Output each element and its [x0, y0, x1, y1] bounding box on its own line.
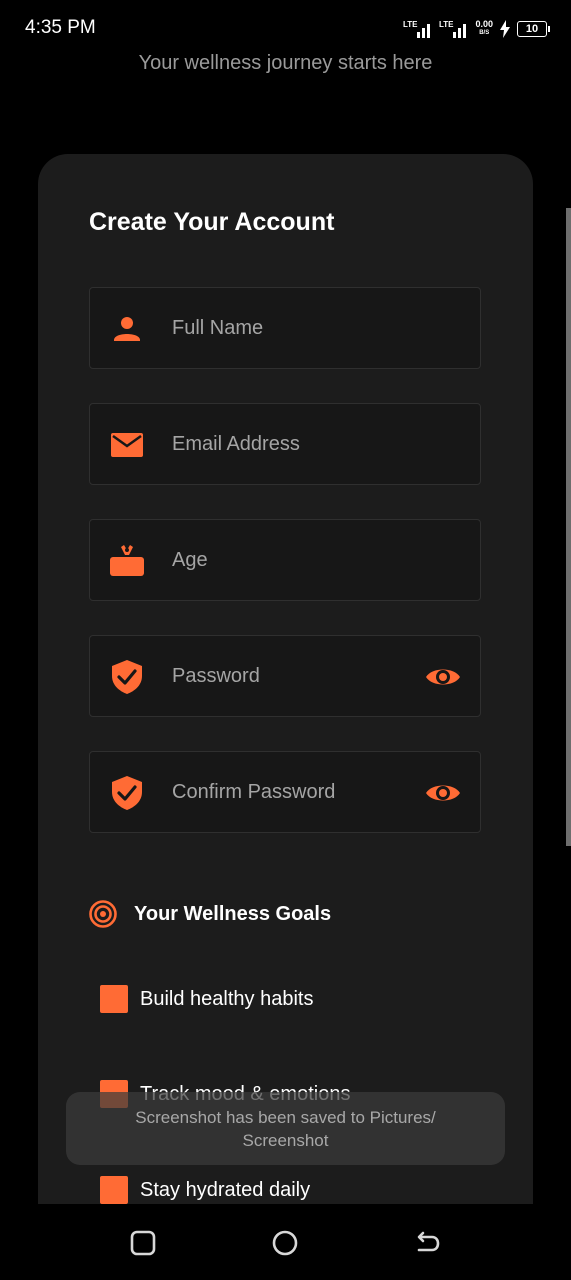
lte-signal-icon: LTE: [403, 20, 431, 38]
system-nav-bar: [0, 1204, 571, 1280]
network-speed: 0.00 B/S: [475, 20, 493, 38]
wellness-goals-header: Your Wellness Goals: [88, 899, 331, 929]
wellness-goals-title: Your Wellness Goals: [134, 902, 332, 925]
signup-card: Create Your Account Full Name Email Addr…: [38, 154, 533, 1214]
status-bar: 4:35 PM LTE LTE 0.00 B/S 10: [0, 0, 571, 56]
home-icon[interactable]: [270, 1228, 300, 1258]
eye-icon[interactable]: [424, 774, 462, 812]
goal-checkbox[interactable]: [100, 985, 128, 1013]
back-icon[interactable]: [412, 1228, 442, 1258]
speed-value: 0.00: [475, 19, 493, 29]
confirm-password-field[interactable]: Confirm Password: [89, 751, 481, 833]
screenshot-toast: Screenshot has been saved to Pictures/ S…: [66, 1092, 505, 1165]
shield-check-icon: [112, 660, 142, 694]
email-field[interactable]: Email Address: [89, 403, 481, 485]
battery-icon: 10: [517, 21, 550, 37]
goal-item[interactable]: Build healthy habits: [100, 985, 313, 1013]
toast-line-1: Screenshot has been saved to Pictures/: [135, 1107, 436, 1127]
status-icons: LTE LTE 0.00 B/S 10: [403, 17, 550, 41]
lte-label: LTE: [403, 20, 418, 29]
battery-level: 10: [525, 23, 539, 35]
lte-signal-2-icon: LTE: [439, 20, 467, 38]
target-icon: [89, 900, 117, 928]
goal-label: Build healthy habits: [140, 987, 314, 1010]
full-name-placeholder: Full Name: [172, 317, 264, 339]
toast-line-2: Screenshot: [242, 1130, 329, 1150]
cake-icon: [110, 545, 144, 576]
scrollbar[interactable]: [566, 208, 571, 846]
lte-label-2: LTE: [439, 20, 454, 29]
shield-check-icon: [112, 776, 142, 810]
age-placeholder: Age: [172, 549, 208, 571]
eye-icon[interactable]: [424, 658, 462, 696]
speed-unit: B/S: [479, 30, 490, 36]
full-name-field[interactable]: Full Name: [89, 287, 481, 369]
recent-apps-icon[interactable]: [128, 1228, 158, 1258]
age-field[interactable]: Age: [89, 519, 481, 601]
page-subtitle: Your wellness journey starts here: [138, 52, 433, 74]
goal-checkbox[interactable]: [100, 1176, 128, 1204]
card-title: Create Your Account: [89, 208, 335, 236]
email-icon: [111, 433, 143, 457]
password-field[interactable]: Password: [89, 635, 481, 717]
email-placeholder: Email Address: [172, 433, 300, 455]
person-icon: [114, 317, 140, 341]
confirm-password-placeholder: Confirm Password: [172, 781, 336, 803]
status-time: 4:35 PM: [25, 17, 96, 38]
password-placeholder: Password: [172, 665, 260, 687]
goal-label: Stay hydrated daily: [140, 1178, 311, 1201]
charging-icon: [500, 20, 510, 38]
goal-item[interactable]: Stay hydrated daily: [100, 1176, 310, 1204]
